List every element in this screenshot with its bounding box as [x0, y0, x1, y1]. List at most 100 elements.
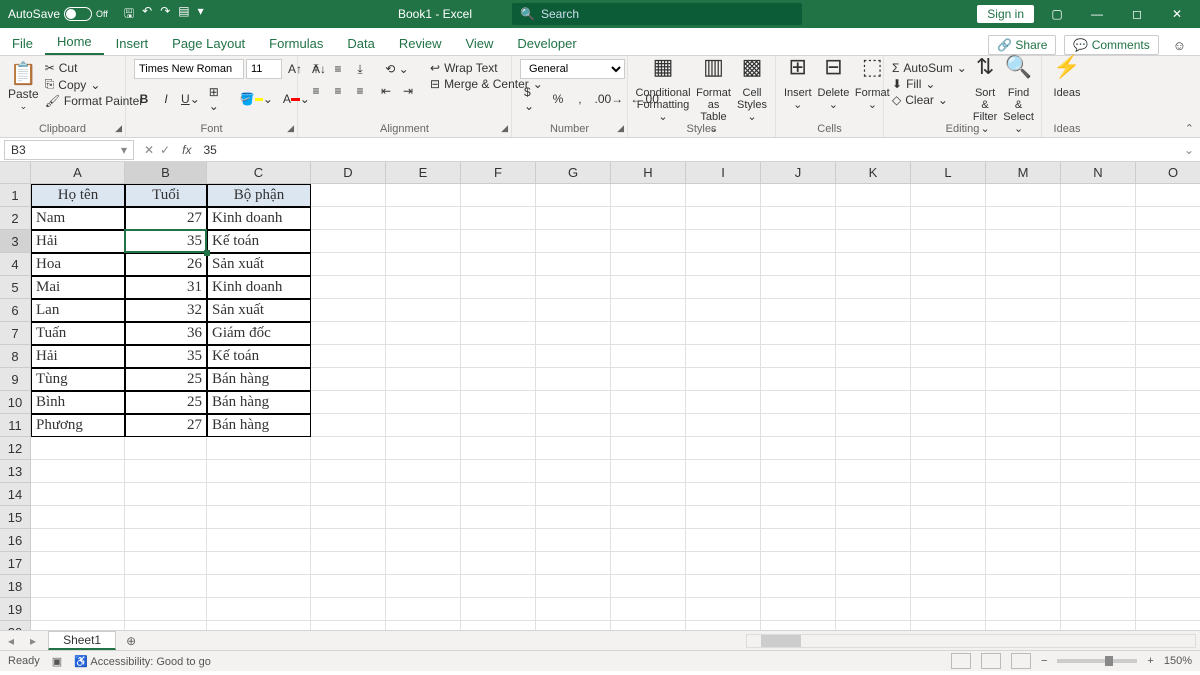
number-format-select[interactable]: General — [520, 59, 625, 79]
align-top-button[interactable]: ⤒ — [306, 59, 326, 79]
align-right-button[interactable]: ≡ — [350, 81, 370, 101]
cell[interactable] — [686, 253, 761, 276]
cell[interactable] — [207, 460, 311, 483]
cell[interactable]: 25 — [125, 391, 207, 414]
cell[interactable] — [836, 621, 911, 630]
cell[interactable] — [911, 598, 986, 621]
cell[interactable]: 31 — [125, 276, 207, 299]
cell[interactable] — [986, 506, 1061, 529]
cell[interactable] — [911, 368, 986, 391]
column-header[interactable]: K — [836, 162, 911, 184]
cell[interactable]: 35 — [125, 230, 207, 253]
horizontal-scrollbar[interactable] — [746, 634, 1196, 648]
cell[interactable] — [686, 368, 761, 391]
column-header[interactable]: I — [686, 162, 761, 184]
cell[interactable] — [207, 483, 311, 506]
cell[interactable] — [1061, 552, 1136, 575]
cell[interactable] — [1136, 437, 1200, 460]
cell[interactable]: 36 — [125, 322, 207, 345]
tab-home[interactable]: Home — [45, 28, 104, 55]
fx-icon[interactable]: fx — [176, 143, 197, 157]
ribbon-display-icon[interactable]: ▢ — [1040, 7, 1074, 21]
cell[interactable] — [1061, 207, 1136, 230]
cell[interactable] — [986, 598, 1061, 621]
cell[interactable] — [911, 345, 986, 368]
cell[interactable] — [207, 598, 311, 621]
cell[interactable] — [1136, 621, 1200, 630]
row-header[interactable]: 15 — [0, 506, 31, 529]
cell[interactable] — [1061, 621, 1136, 630]
row-header[interactable]: 12 — [0, 437, 31, 460]
row-header[interactable]: 20 — [0, 621, 31, 630]
cell[interactable] — [911, 575, 986, 598]
row-header[interactable]: 13 — [0, 460, 31, 483]
cell[interactable] — [761, 299, 836, 322]
ideas-button[interactable]: ⚡Ideas — [1050, 59, 1084, 99]
row-header[interactable]: 6 — [0, 299, 31, 322]
cell[interactable] — [761, 598, 836, 621]
clear-button[interactable]: ◇Clear ⌄ — [892, 93, 967, 107]
tab-page-layout[interactable]: Page Layout — [160, 30, 257, 55]
cell[interactable] — [761, 184, 836, 207]
orientation-button[interactable]: ⟲ ⌄ — [376, 59, 418, 79]
tab-review[interactable]: Review — [387, 30, 454, 55]
zoom-in-button[interactable]: + — [1147, 655, 1153, 667]
bold-button[interactable]: B — [134, 89, 154, 109]
cell[interactable] — [386, 460, 461, 483]
cell[interactable] — [1136, 345, 1200, 368]
font-size-select[interactable] — [246, 59, 282, 79]
cell[interactable] — [686, 506, 761, 529]
cell[interactable] — [1136, 368, 1200, 391]
cell[interactable] — [1061, 253, 1136, 276]
cell[interactable] — [761, 253, 836, 276]
cell[interactable] — [311, 299, 386, 322]
cell[interactable] — [761, 207, 836, 230]
cell[interactable] — [536, 529, 611, 552]
clipboard-launcher[interactable]: ◢ — [115, 123, 122, 134]
accessibility-status[interactable]: ♿ Accessibility: Good to go — [74, 655, 211, 668]
cell[interactable] — [461, 345, 536, 368]
cell[interactable]: Tùng — [31, 368, 125, 391]
cell[interactable]: Sản xuất — [207, 253, 311, 276]
tab-formulas[interactable]: Formulas — [257, 30, 335, 55]
sheet-nav-next[interactable]: ▸ — [22, 634, 44, 648]
cell[interactable] — [836, 184, 911, 207]
cell[interactable] — [986, 230, 1061, 253]
cell[interactable] — [986, 529, 1061, 552]
font-launcher[interactable]: ◢ — [287, 123, 294, 134]
cell[interactable] — [686, 460, 761, 483]
column-header[interactable]: E — [386, 162, 461, 184]
tab-developer[interactable]: Developer — [505, 30, 588, 55]
cell[interactable] — [536, 414, 611, 437]
cell[interactable] — [461, 437, 536, 460]
cell[interactable] — [1061, 276, 1136, 299]
paste-button[interactable]: 📋 Paste ⌄ — [8, 59, 39, 112]
cell[interactable] — [1061, 184, 1136, 207]
cell[interactable] — [611, 552, 686, 575]
cell[interactable] — [125, 483, 207, 506]
column-header[interactable]: B — [125, 162, 207, 184]
maximize-icon[interactable]: ◻ — [1120, 7, 1154, 21]
cell[interactable] — [1136, 598, 1200, 621]
cell[interactable] — [986, 276, 1061, 299]
cell[interactable] — [536, 253, 611, 276]
cell[interactable] — [386, 437, 461, 460]
normal-view-button[interactable] — [951, 653, 971, 669]
cell[interactable] — [1061, 460, 1136, 483]
row-header[interactable]: 11 — [0, 414, 31, 437]
cell[interactable] — [611, 460, 686, 483]
row-header[interactable]: 10 — [0, 391, 31, 414]
cell[interactable] — [461, 368, 536, 391]
cell[interactable] — [836, 230, 911, 253]
cell[interactable] — [1061, 345, 1136, 368]
cell[interactable] — [686, 552, 761, 575]
zoom-out-button[interactable]: − — [1041, 655, 1047, 667]
column-header[interactable]: G — [536, 162, 611, 184]
cell[interactable] — [836, 460, 911, 483]
zoom-level[interactable]: 150% — [1164, 655, 1192, 667]
cell[interactable] — [761, 276, 836, 299]
cell[interactable] — [386, 621, 461, 630]
column-header[interactable]: O — [1136, 162, 1200, 184]
cell[interactable] — [536, 184, 611, 207]
column-header[interactable]: A — [31, 162, 125, 184]
